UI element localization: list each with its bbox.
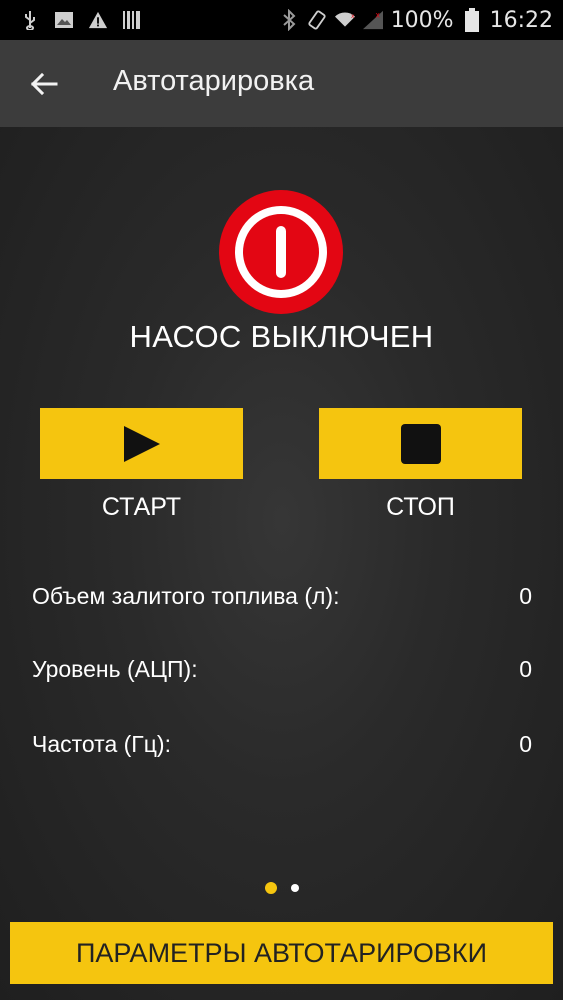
stop-button[interactable]	[319, 408, 522, 479]
image-icon	[54, 10, 74, 30]
reading-value: 0	[519, 656, 532, 682]
battery-icon	[462, 8, 482, 32]
svg-text:x: x	[375, 11, 380, 20]
reading-label: Частота (Гц):	[32, 731, 171, 757]
reading-level-adc: Уровень (АЦП): 0	[32, 656, 532, 690]
reading-value: 0	[519, 731, 532, 757]
play-icon	[123, 425, 160, 462]
signal-icon: x	[362, 10, 383, 30]
page-title: Автотарировка	[113, 65, 315, 97]
arrow-left-icon	[30, 72, 58, 96]
svg-text:x: x	[351, 13, 355, 20]
power-icon	[219, 190, 343, 314]
status-bar: x x 100% 16:22	[0, 0, 563, 40]
start-label: СТАРТ	[101, 493, 182, 521]
page-dot[interactable]	[290, 884, 299, 892]
back-button[interactable]	[26, 66, 62, 102]
reading-value: 0	[519, 583, 532, 609]
reading-frequency: Частота (Гц): 0	[32, 731, 532, 765]
status-bar-system: x x 100% 16:22	[279, 0, 553, 40]
stop-label: СТОП	[386, 493, 455, 521]
autocalibration-params-button[interactable]: ПАРАМЕТРЫ АВТОТАРИРОВКИ	[10, 922, 553, 984]
autocalibration-panel: НАСОС ВЫКЛЮЧЕН СТАРТ СТОП Объем залитого…	[0, 127, 563, 1000]
barcode-icon	[122, 10, 142, 30]
usb-icon	[20, 10, 40, 30]
battery-percent: 100%	[390, 7, 454, 33]
page-indicator[interactable]	[0, 880, 563, 896]
status-bar-notifications	[0, 10, 142, 30]
pump-status: НАСОС ВЫКЛЮЧЕН	[129, 319, 434, 354]
wifi-icon: x	[334, 10, 355, 30]
page-dot-active[interactable]	[264, 882, 277, 894]
app-bar: Автотарировка	[0, 40, 563, 127]
stop-icon	[400, 423, 441, 464]
bluetooth-icon	[279, 9, 299, 31]
start-button[interactable]	[40, 408, 243, 479]
clock: 16:22	[489, 7, 553, 33]
rotate-icon	[307, 10, 327, 30]
reading-label: Объем залитого топлива (л):	[32, 583, 340, 609]
reading-label: Уровень (АЦП):	[32, 656, 198, 682]
warning-icon	[88, 10, 108, 30]
reading-fuel-volume: Объем залитого топлива (л): 0	[32, 583, 532, 617]
